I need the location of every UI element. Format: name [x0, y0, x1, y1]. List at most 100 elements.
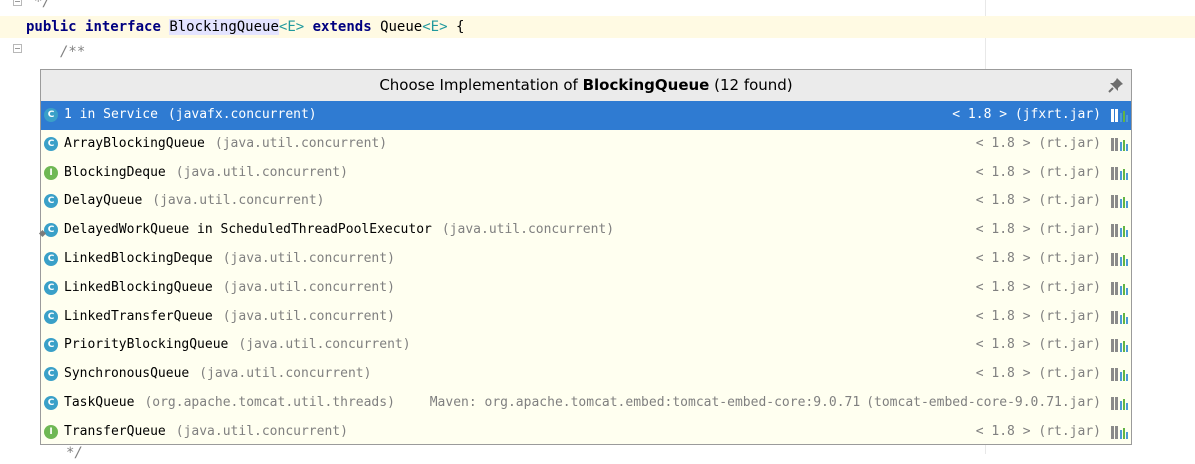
item-jar: (rt.jar): [1038, 279, 1101, 295]
interface-icon: I: [44, 424, 58, 439]
class-icon: C: [44, 367, 58, 382]
item-location: < 1.8 > (rt.jar): [976, 331, 1101, 360]
item-class-name: 1 in Service: [64, 107, 158, 122]
code-comment-end: */: [34, 0, 51, 10]
item-class-name: ArrayBlockingQueue: [64, 135, 205, 151]
item-location: < 1.8 > (rt.jar): [976, 303, 1101, 332]
javadoc-start: /**: [60, 44, 86, 60]
item-jar: (tomcat-embed-core-9.0.71.jar): [866, 394, 1101, 410]
item-class-name: PriorityBlockingQueue: [64, 337, 229, 353]
super-interface-name[interactable]: Queue: [380, 19, 422, 35]
item-jar: (rt.jar): [1038, 337, 1101, 353]
item-name: DelayedWorkQueue in ScheduledThreadPoolE…: [64, 216, 614, 245]
choose-implementation-popup: Choose Implementation of BlockingQueue (…: [40, 69, 1132, 445]
library-icon: [1111, 425, 1128, 439]
item-name: DelayQueue (java.util.concurrent): [64, 187, 324, 216]
item-class-name: TransferQueue: [64, 423, 166, 439]
implementation-item[interactable]: C 1 in Service (javafx.concurrent) < 1.8 > …: [41, 101, 1131, 130]
item-class-name: BlockingDeque: [64, 164, 166, 180]
implementation-item[interactable]: I BlockingDeque (java.util.concurrent) < 1.…: [41, 159, 1131, 188]
item-jdk-version: < 1.8 >: [975, 222, 1039, 238]
implementation-item[interactable]: C LinkedBlockingQueue (java.util.concurren…: [41, 274, 1131, 303]
class-icon: C: [44, 395, 58, 410]
interface-declaration[interactable]: public interface BlockingQueue<E> extend…: [26, 16, 464, 38]
class-icon: C: [44, 194, 58, 209]
item-location: < 1.8 > (rt.jar): [976, 418, 1101, 447]
item-jar: (rt.jar): [1038, 222, 1101, 238]
item-maven-coordinate: Maven: org.apache.tomcat.embed:tomcat-em…: [429, 394, 861, 410]
class-icon: C: [44, 338, 58, 353]
item-jdk-version: < 1.8 >: [975, 164, 1039, 180]
item-name: BlockingDeque (java.util.concurrent): [64, 159, 348, 188]
item-jar: (rt.jar): [1038, 135, 1101, 151]
implementation-item[interactable]: C LinkedBlockingDeque (java.util.concurren…: [41, 245, 1131, 274]
class-icon: C: [44, 108, 58, 122]
implementation-item[interactable]: C LinkedTransferQueue (java.util.concurren…: [41, 303, 1131, 332]
class-icon: C: [44, 223, 58, 238]
class-icon: C: [44, 280, 58, 295]
item-name: TaskQueue (org.apache.tomcat.util.threads…: [64, 389, 395, 418]
item-class-name: LinkedBlockingDeque: [64, 250, 213, 266]
item-jdk-version: < 1.8 >: [975, 250, 1039, 266]
item-class-name: LinkedBlockingQueue: [64, 279, 213, 295]
item-class-name: DelayQueue: [64, 193, 143, 209]
library-icon: [1111, 224, 1128, 238]
item-jar: (rt.jar): [1038, 308, 1101, 324]
item-package: (java.util.concurrent): [441, 222, 615, 238]
fold-marker-icon[interactable]: [13, 44, 22, 53]
class-icon: C: [44, 309, 58, 324]
open-brace: {: [455, 19, 465, 35]
library-icon: [1111, 396, 1128, 410]
item-name: ArrayBlockingQueue (java.util.concurrent): [64, 130, 387, 159]
item-location: < 1.8 > (rt.jar): [976, 274, 1101, 303]
item-package: (java.util.concurrent): [238, 337, 411, 353]
item-location: < 1.8 > (rt.jar): [976, 216, 1101, 245]
item-jdk-version: < 1.8 >: [952, 107, 1015, 122]
keyword-public: public: [26, 19, 77, 35]
editor-gutter: [0, 0, 40, 454]
item-package: (java.util.concurrent): [175, 423, 348, 439]
implementation-item[interactable]: C DelayQueue (java.util.concurrent) < 1.8 >…: [41, 187, 1131, 216]
pin-icon[interactable]: [1107, 76, 1125, 94]
item-package: (java.util.concurrent): [222, 279, 395, 295]
item-jdk-version: < 1.8 >: [975, 423, 1039, 439]
item-class-name: DelayedWorkQueue in ScheduledThreadPoolE…: [64, 222, 432, 238]
implementation-item[interactable]: C DelayedWorkQueue in ScheduledThreadPool…: [41, 216, 1131, 245]
item-package: (java.util.concurrent): [214, 135, 388, 151]
item-name: TransferQueue (java.util.concurrent): [64, 418, 348, 447]
implementation-list: C 1 in Service (javafx.concurrent) < 1.8 > …: [41, 101, 1131, 447]
item-jar: (rt.jar): [1038, 423, 1101, 439]
library-icon: [1111, 137, 1128, 151]
item-name: LinkedTransferQueue (java.util.concurrent…: [64, 303, 395, 332]
keyword-extends: extends: [312, 19, 372, 35]
popup-title-name: BlockingQueue: [582, 76, 710, 94]
item-location: < 1.8 > (rt.jar): [976, 159, 1101, 188]
implementation-item[interactable]: C SynchronousQueue (java.util.concurrent) <…: [41, 360, 1131, 389]
item-package: (java.util.concurrent): [222, 250, 395, 266]
item-location: < 1.8 > (jfxrt.jar): [952, 101, 1101, 130]
item-name: PriorityBlockingQueue (java.util.concurre…: [64, 331, 411, 360]
library-icon: [1111, 339, 1128, 353]
interface-icon: I: [44, 165, 58, 180]
class-icon: C: [44, 136, 58, 151]
item-jdk-version: < 1.8 >: [975, 279, 1039, 295]
item-name: 1 in Service (javafx.concurrent): [64, 101, 317, 130]
class-icon: C: [44, 251, 58, 266]
item-class-name: TaskQueue: [64, 394, 135, 410]
item-package: (javafx.concurrent): [167, 107, 317, 122]
item-jar: (rt.jar): [1038, 250, 1101, 266]
fold-marker-icon[interactable]: [13, 0, 22, 6]
implementation-item[interactable]: I TransferQueue (java.util.concurrent) < 1.…: [41, 418, 1131, 447]
library-icon: [1111, 166, 1128, 180]
interface-name[interactable]: BlockingQueue: [169, 19, 279, 35]
item-class-name: SynchronousQueue: [64, 366, 190, 382]
implementation-item[interactable]: C TaskQueue (org.apache.tomcat.util.thread…: [41, 389, 1131, 418]
item-location: < 1.8 > (rt.jar): [976, 360, 1101, 389]
implementation-item[interactable]: C ArrayBlockingQueue (java.util.concurrent…: [41, 130, 1131, 159]
implementation-item[interactable]: C PriorityBlockingQueue (java.util.concurr…: [41, 331, 1131, 360]
item-package: (java.util.concurrent): [199, 366, 372, 382]
popup-title-count: (12 found): [709, 76, 793, 94]
popup-header: Choose Implementation of BlockingQueue (…: [41, 70, 1131, 102]
item-package: (java.util.concurrent): [175, 164, 348, 180]
item-jdk-version: < 1.8 >: [975, 193, 1039, 209]
